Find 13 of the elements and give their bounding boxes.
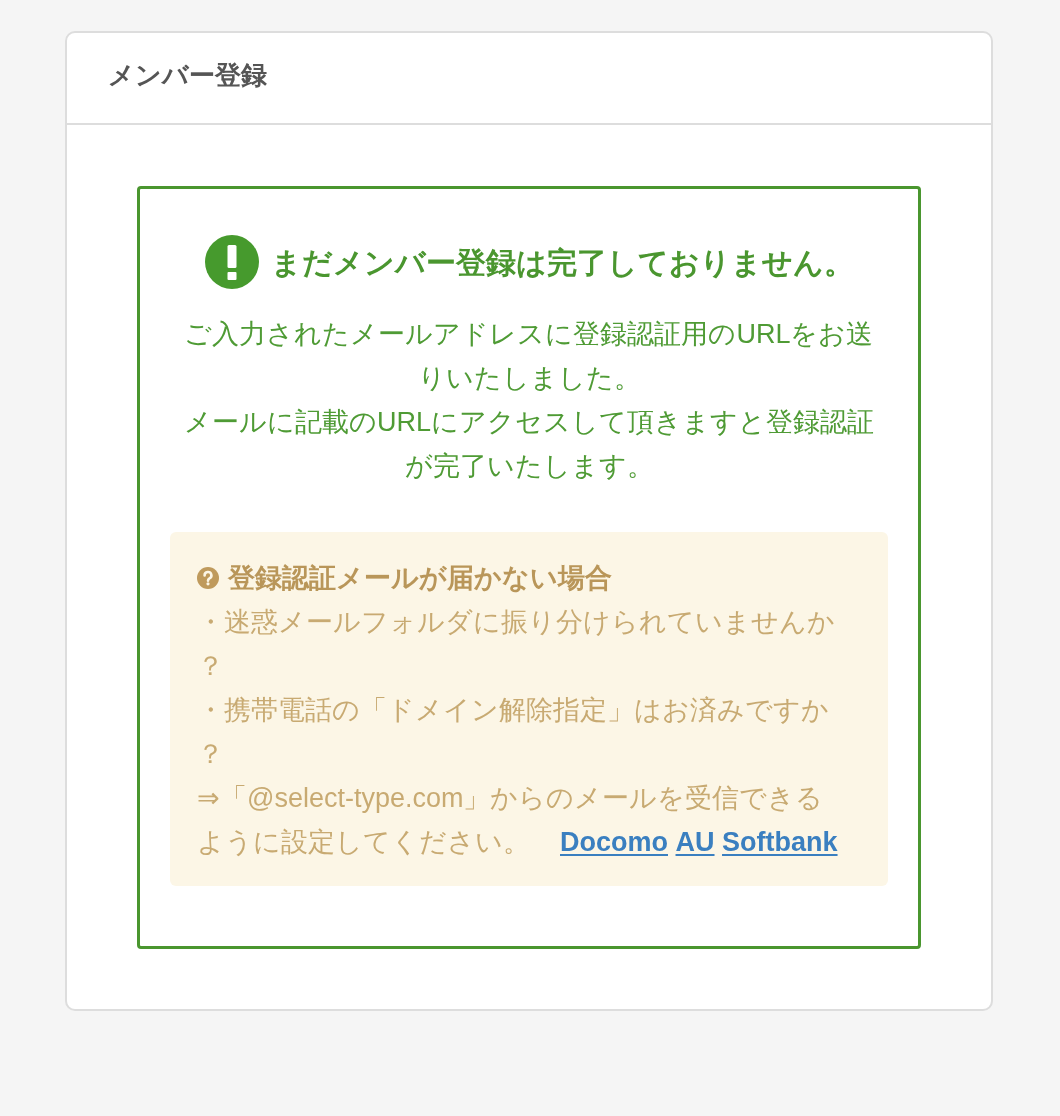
notice-message: ご入力されたメールアドレスに登録認証用のURLをお送りいたしました。 [183, 318, 875, 395]
help-item: ・迷惑メールフォルダに振り分けられていませんか？ [197, 606, 836, 683]
notice-heading: まだメンバー登録は完了しておりません。 [270, 244, 854, 281]
help-item: ・携帯電話の「ドメイン解除指定」はお済みですか？ [197, 694, 830, 771]
carrier-link[interactable]: Softbank [722, 827, 838, 857]
card-title: メンバー登録 [108, 59, 267, 93]
help-heading: 登録認証メールが届かない場合 [228, 562, 612, 595]
exclamation-circle-icon [204, 235, 259, 289]
question-circle-icon [197, 567, 219, 589]
carrier-link[interactable]: Docomo [560, 827, 668, 857]
notice-message: メールに記載のURLにアクセスして頂きますと登録認証が完了いたします。 [183, 406, 875, 483]
instruction-text: ⇒「@select-type.com」からのメールを受信できるように設定してください。 Docomo AU Softbank [197, 782, 839, 859]
carrier-link[interactable]: AU [675, 827, 715, 857]
